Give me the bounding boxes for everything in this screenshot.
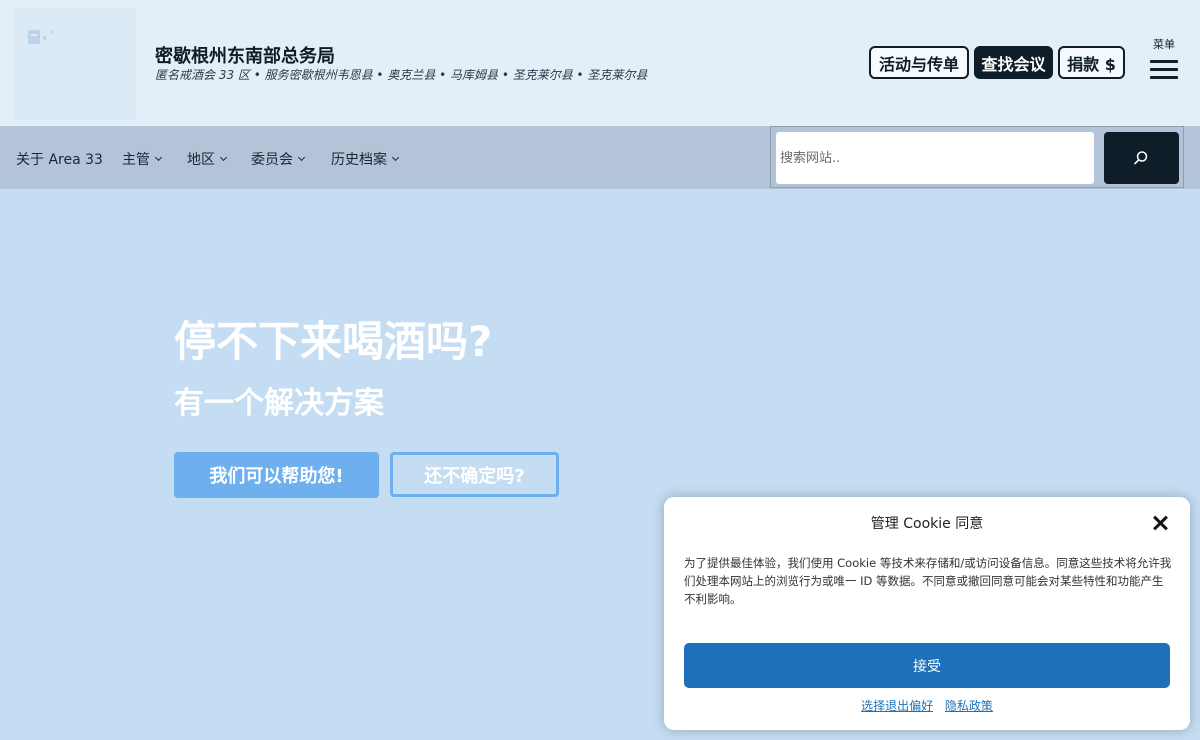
chevron-down-icon <box>297 153 306 162</box>
nav-item-label: 委员会 <box>251 152 293 168</box>
cookie-title: 管理 Cookie 同意 <box>870 516 984 532</box>
nav-item-officers[interactable]: 主管 <box>122 149 163 169</box>
not-sure-button[interactable]: 还不确定吗? <box>390 452 559 497</box>
cookie-links: 选择退出偏好 隐私政策 <box>664 697 1190 714</box>
nav-item-archives[interactable]: 历史档案 <box>331 149 400 169</box>
cookie-consent-dialog: 管理 Cookie 同意 为了提供最佳体验，我们使用 Cookie 等技术来存储… <box>664 497 1190 730</box>
close-icon[interactable] <box>1150 513 1170 533</box>
site-header: 密歇根州东南部总务局 匿名戒酒会 33 区 • 服务密歇根州韦恩县 • 奥克兰县… <box>0 0 1200 126</box>
site-logo[interactable] <box>14 8 136 120</box>
chevron-down-icon <box>391 153 400 162</box>
search-icon <box>1134 151 1148 165</box>
nav-item-label: 历史档案 <box>331 152 387 168</box>
find-meeting-button[interactable]: 查找会议 <box>974 46 1053 79</box>
search-form <box>770 126 1184 188</box>
site-title[interactable]: 密歇根州东南部总务局 <box>155 42 335 68</box>
hamburger-menu-icon[interactable] <box>1150 60 1178 80</box>
opt-out-preferences-link[interactable]: 选择退出偏好 <box>861 699 933 713</box>
cookie-message: 为了提供最佳体验，我们使用 Cookie 等技术来存储和/或访问设备信息。同意这… <box>684 556 1172 606</box>
nav-item-label: 主管 <box>122 152 150 168</box>
privacy-policy-link[interactable]: 隐私政策 <box>945 699 993 713</box>
nav-item-label: 关于 Area 33 <box>16 152 103 168</box>
donate-button[interactable]: 捐款 $ <box>1058 46 1125 79</box>
site-subtitle: 匿名戒酒会 33 区 • 服务密歇根州韦恩县 • 奥克兰县 • 马库姆县 • 圣… <box>155 68 648 82</box>
hero-subheading: 有一个解决方案 <box>174 386 384 421</box>
chevron-down-icon <box>219 153 228 162</box>
we-can-help-button[interactable]: 我们可以帮助您! <box>174 452 379 498</box>
nav-item-districts[interactable]: 地区 <box>187 149 228 169</box>
events-flyers-button[interactable]: 活动与传单 <box>869 46 969 79</box>
chevron-down-icon <box>154 153 163 162</box>
nav-item-label: 地区 <box>187 152 215 168</box>
search-input[interactable] <box>776 132 1094 184</box>
hero-heading: 停不下来喝酒吗? <box>174 317 493 366</box>
nav-item-committees[interactable]: 委员会 <box>251 149 306 169</box>
menu-label: 菜单 <box>1153 38 1175 51</box>
accept-button[interactable]: 接受 <box>684 643 1170 688</box>
search-button[interactable] <box>1104 132 1179 184</box>
logo-icon <box>28 30 54 44</box>
nav-item-about[interactable]: 关于 Area 33 <box>16 149 103 169</box>
